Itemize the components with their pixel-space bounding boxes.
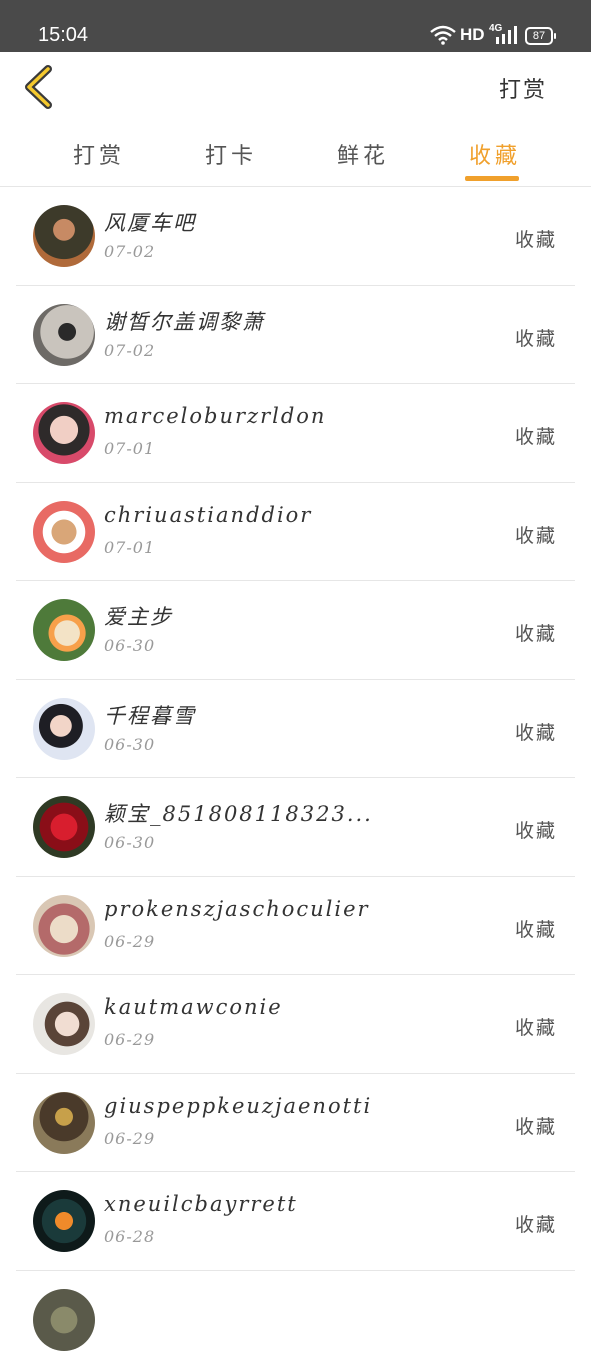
- wifi-icon: [430, 25, 456, 45]
- active-tab-indicator: [465, 176, 519, 181]
- list-item[interactable]: 风厦车吧 07-02 收藏: [16, 187, 575, 286]
- reward-header-button[interactable]: 打赏: [499, 72, 547, 104]
- record-date: 07-01: [104, 439, 155, 458]
- user-name: chriuastianddior: [104, 503, 312, 527]
- record-type: 收藏: [515, 619, 557, 646]
- record-type: 收藏: [515, 521, 557, 548]
- record-date: 06-30: [104, 833, 155, 852]
- user-name: 谢皙尔盖调黎萧: [104, 306, 265, 336]
- user-name: 爱主步: [104, 601, 173, 631]
- list-item[interactable]: prokenszjaschoculier 06-29 收藏: [16, 877, 575, 976]
- record-type: 收藏: [515, 422, 557, 449]
- record-date: 06-29: [104, 932, 155, 951]
- avatar: [33, 895, 95, 957]
- avatar: [33, 1092, 95, 1154]
- list-item[interactable]: chriuastianddior 07-01 收藏: [16, 483, 575, 582]
- list-item[interactable]: giuspeppkeuzjaenotti 06-29 收藏: [16, 1074, 575, 1173]
- avatar: [33, 796, 95, 858]
- chevron-left-icon: [29, 69, 48, 105]
- user-name: 千程暮雪: [104, 700, 196, 730]
- record-type: 收藏: [515, 718, 557, 745]
- record-date: 06-30: [104, 636, 155, 655]
- record-date: 06-29: [104, 1129, 155, 1148]
- user-name: giuspeppkeuzjaenotti: [104, 1094, 372, 1118]
- list-item[interactable]: 谢皙尔盖调黎萧 07-02 收藏: [16, 286, 575, 385]
- list-item[interactable]: 千程暮雪 06-30 收藏: [16, 680, 575, 779]
- avatar: [33, 402, 95, 464]
- avatar: [33, 599, 95, 661]
- avatar: [33, 993, 95, 1055]
- record-type: 收藏: [515, 324, 557, 351]
- record-date: 06-29: [104, 1030, 155, 1049]
- list-item[interactable]: kautmawconie 06-29 收藏: [16, 975, 575, 1074]
- tab-favorites[interactable]: 收藏: [440, 138, 550, 170]
- user-name: 颖宝_851808118323...: [104, 798, 373, 828]
- record-date: 06-30: [104, 735, 155, 754]
- record-date: 07-02: [104, 341, 155, 360]
- list-item[interactable]: 爱主步 06-30 收藏: [16, 581, 575, 680]
- list-item[interactable]: [16, 1271, 575, 1368]
- tab-reward[interactable]: 打赏: [44, 138, 154, 170]
- status-bar: 15:04 HD 4G 87: [0, 0, 591, 52]
- header: 打赏: [0, 52, 591, 122]
- list-item[interactable]: xneuilcbayrrett 06-28 收藏: [16, 1172, 575, 1271]
- user-name: 风厦车吧: [104, 207, 196, 237]
- avatar: [33, 1190, 95, 1252]
- list-item[interactable]: marceloburzrldon 07-01 收藏: [16, 384, 575, 483]
- tab-checkin[interactable]: 打卡: [176, 138, 286, 170]
- tab-bar: 打赏 打卡 鲜花 收藏: [0, 124, 591, 187]
- record-type: 收藏: [515, 816, 557, 843]
- user-name: prokenszjaschoculier: [104, 897, 370, 921]
- back-button[interactable]: [20, 64, 60, 110]
- record-date: 07-01: [104, 538, 155, 557]
- avatar: [33, 1289, 95, 1351]
- avatar: [33, 698, 95, 760]
- user-name: kautmawconie: [104, 995, 283, 1019]
- avatar: [33, 304, 95, 366]
- record-date: 07-02: [104, 242, 155, 261]
- record-type: 收藏: [515, 1013, 557, 1040]
- network-hd-label: HD: [460, 25, 485, 45]
- record-type: 收藏: [515, 225, 557, 252]
- tab-flowers[interactable]: 鲜花: [308, 138, 418, 170]
- status-time: 15:04: [38, 24, 88, 47]
- record-date: 06-28: [104, 1227, 155, 1246]
- record-type: 收藏: [515, 1112, 557, 1139]
- favorites-list: 风厦车吧 07-02 收藏 谢皙尔盖调黎萧 07-02 收藏 marcelobu…: [0, 187, 591, 1368]
- battery-icon: 87: [525, 27, 553, 45]
- record-type: 收藏: [515, 915, 557, 942]
- record-type: 收藏: [515, 1210, 557, 1237]
- user-name: xneuilcbayrrett: [104, 1192, 298, 1216]
- list-item[interactable]: 颖宝_851808118323... 06-30 收藏: [16, 778, 575, 877]
- user-name: marceloburzrldon: [104, 404, 326, 428]
- avatar: [33, 205, 95, 267]
- signal-icon: [494, 25, 518, 45]
- avatar: [33, 501, 95, 563]
